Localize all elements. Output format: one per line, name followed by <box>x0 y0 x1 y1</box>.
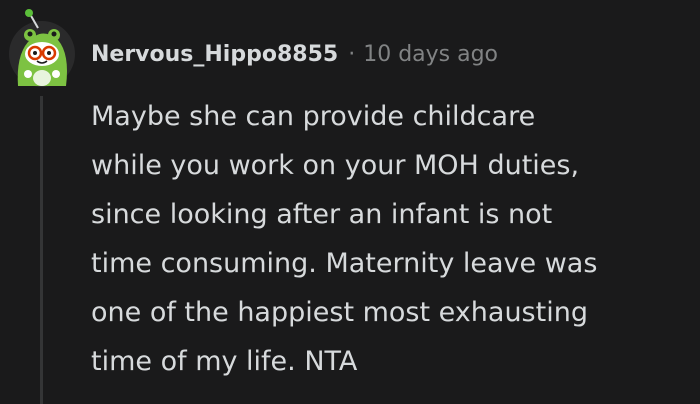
author-username[interactable]: Nervous_Hippo8855 <box>91 42 338 67</box>
comment: Nervous_Hippo8855 · 10 days ago Maybe sh… <box>0 0 700 404</box>
comment-body: Maybe she can provide childcare while yo… <box>91 92 691 386</box>
comment-body-line: Maybe she can provide childcare <box>91 101 536 132</box>
user-avatar[interactable] <box>8 8 78 90</box>
snoo-avatar-icon <box>9 9 75 87</box>
comment-body-line: while you work on your MOH duties, <box>91 150 580 181</box>
meta-separator: · <box>348 41 356 67</box>
comment-body-line: time of my life. NTA <box>91 346 358 377</box>
comment-body-line: one of the happiest most exhausting <box>91 297 588 328</box>
comment-body-line: since looking after an infant is not <box>91 199 553 230</box>
comment-timestamp[interactable]: 10 days ago <box>363 42 498 67</box>
comment-meta: Nervous_Hippo8855 · 10 days ago <box>91 36 498 72</box>
thread-collapse-line[interactable] <box>40 96 43 404</box>
comment-body-line: time consuming. Maternity leave was <box>91 248 598 279</box>
